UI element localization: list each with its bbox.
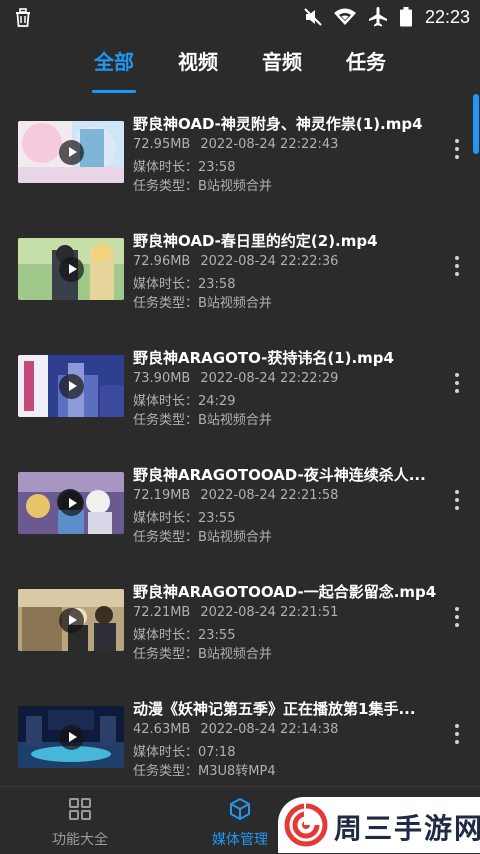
- item-duration: 媒体时长：23:55: [133, 628, 236, 643]
- wifi-icon: [333, 8, 356, 25]
- item-date: 2022-08-24 22:21:51: [200, 605, 339, 620]
- item-date: 2022-08-24 22:22:43: [200, 137, 339, 152]
- more-options-icon[interactable]: [452, 724, 462, 748]
- watermark-text: 周三手游网: [334, 812, 480, 845]
- tab-video[interactable]: 视频: [176, 46, 220, 80]
- status-clock: 22:23: [424, 6, 470, 27]
- item-duration: 媒体时长：24:29: [133, 394, 236, 409]
- nav-functions[interactable]: 功能大全: [20, 787, 140, 854]
- list-item[interactable]: 野良神ARAGOTOOAD-一起合影留念.mp4 72.21MB 2022-08-…: [0, 566, 480, 683]
- more-options-icon[interactable]: [452, 490, 462, 514]
- item-title: 动漫《妖神记第五季》正在播放第1集手...: [133, 700, 416, 718]
- item-size: 72.95MB: [133, 137, 191, 152]
- play-icon[interactable]: [59, 491, 84, 516]
- item-title: 野良神OAD-春日里的约定(2).mp4: [133, 232, 378, 250]
- tab-audio[interactable]: 音频: [260, 46, 304, 80]
- cube-icon: [230, 798, 250, 820]
- list-item[interactable]: 野良神OAD-春日里的约定(2).mp4 72.96MB 2022-08-24 2…: [0, 215, 480, 332]
- item-date: 2022-08-24 22:22:36: [200, 254, 339, 269]
- play-icon[interactable]: [59, 257, 84, 282]
- item-title: 野良神ARAGOTOOAD-一起合影留念.mp4: [133, 583, 437, 601]
- item-duration: 媒体时长：23:58: [133, 277, 236, 292]
- status-bar: 22:23: [0, 0, 480, 34]
- nav-functions-label: 功能大全: [52, 832, 108, 848]
- tab-tasks[interactable]: 任务: [344, 46, 388, 80]
- item-date: 2022-08-24 22:21:58: [200, 488, 339, 503]
- grid-icon: [69, 798, 91, 820]
- item-size-date: 72.95MB 2022-08-24 22:22:43: [133, 137, 338, 152]
- more-options-icon[interactable]: [452, 607, 462, 631]
- more-options-icon[interactable]: [452, 256, 462, 280]
- item-title: 野良神OAD-神灵附身、神灵作祟(1).mp4: [133, 115, 423, 133]
- list-item[interactable]: 野良神ARAGOTOOAD-夜斗神连续杀人... 72.19MB 2022-08-…: [0, 449, 480, 566]
- item-size-date: 72.19MB 2022-08-24 22:21:58: [133, 488, 338, 503]
- media-list: 野良神OAD-神灵附身、神灵作祟(1).mp4 72.95MB 2022-08-2…: [0, 98, 480, 786]
- more-options-icon[interactable]: [452, 373, 462, 397]
- mute-icon: [304, 8, 322, 26]
- list-item[interactable]: 动漫《妖神记第五季》正在播放第1集手... 42.63MB 2022-08-24 …: [0, 683, 480, 786]
- item-duration: 媒体时长：23:58: [133, 160, 236, 175]
- list-item[interactable]: 野良神ARAGOTO-获持讳名(1).mp4 73.90MB 2022-08-24…: [0, 332, 480, 449]
- item-task-type: 任务类型：B站视频合并: [133, 296, 272, 311]
- item-title: 野良神ARAGOTOOAD-夜斗神连续杀人...: [133, 466, 426, 484]
- spiral-logo-icon: [284, 803, 328, 847]
- item-size: 42.63MB: [133, 722, 191, 737]
- item-size-date: 42.63MB 2022-08-24 22:14:38: [133, 722, 338, 737]
- video-thumbnail[interactable]: [18, 589, 124, 651]
- item-size-date: 72.21MB 2022-08-24 22:21:51: [133, 605, 338, 620]
- item-duration: 媒体时长：07:18: [133, 745, 236, 760]
- item-size-date: 72.96MB 2022-08-24 22:22:36: [133, 254, 338, 269]
- item-task-type: 任务类型：B站视频合并: [133, 647, 272, 662]
- item-task-type: 任务类型：B站视频合并: [133, 530, 272, 545]
- video-thumbnail[interactable]: [18, 355, 124, 417]
- item-date: 2022-08-24 22:22:29: [200, 371, 339, 386]
- battery-icon: [399, 7, 412, 27]
- airplane-icon: [368, 7, 387, 27]
- video-thumbnail[interactable]: [18, 706, 124, 768]
- item-title: 野良神ARAGOTO-获持讳名(1).mp4: [133, 349, 394, 367]
- item-size: 72.21MB: [133, 605, 191, 620]
- video-thumbnail[interactable]: [18, 472, 124, 534]
- item-task-type: 任务类型：B站视频合并: [133, 413, 272, 428]
- more-options-icon[interactable]: [452, 139, 462, 163]
- watermark-logo: 周三手游网: [278, 797, 480, 853]
- video-thumbnail[interactable]: [18, 121, 124, 183]
- video-thumbnail[interactable]: [18, 238, 124, 300]
- item-size: 73.90MB: [133, 371, 191, 386]
- list-scrollbar[interactable]: [473, 94, 479, 154]
- item-size: 72.96MB: [133, 254, 191, 269]
- play-icon[interactable]: [59, 374, 84, 399]
- category-tabs: 全部 视频 音频 任务: [0, 34, 480, 94]
- active-tab-indicator: [92, 90, 136, 93]
- item-size-date: 73.90MB 2022-08-24 22:22:29: [133, 371, 338, 386]
- item-size: 72.19MB: [133, 488, 191, 503]
- play-icon[interactable]: [59, 140, 84, 165]
- trash-icon[interactable]: [12, 6, 34, 28]
- item-duration: 媒体时长：23:55: [133, 511, 236, 526]
- status-icons: 22:23: [303, 0, 470, 34]
- item-task-type: 任务类型：B站视频合并: [133, 179, 272, 194]
- item-date: 2022-08-24 22:14:38: [200, 722, 339, 737]
- list-item[interactable]: 野良神OAD-神灵附身、神灵作祟(1).mp4 72.95MB 2022-08-2…: [0, 98, 480, 215]
- item-task-type: 任务类型：M3U8转MP4: [133, 764, 276, 779]
- play-icon[interactable]: [59, 725, 84, 750]
- tab-all[interactable]: 全部: [92, 46, 136, 80]
- play-icon[interactable]: [59, 608, 84, 633]
